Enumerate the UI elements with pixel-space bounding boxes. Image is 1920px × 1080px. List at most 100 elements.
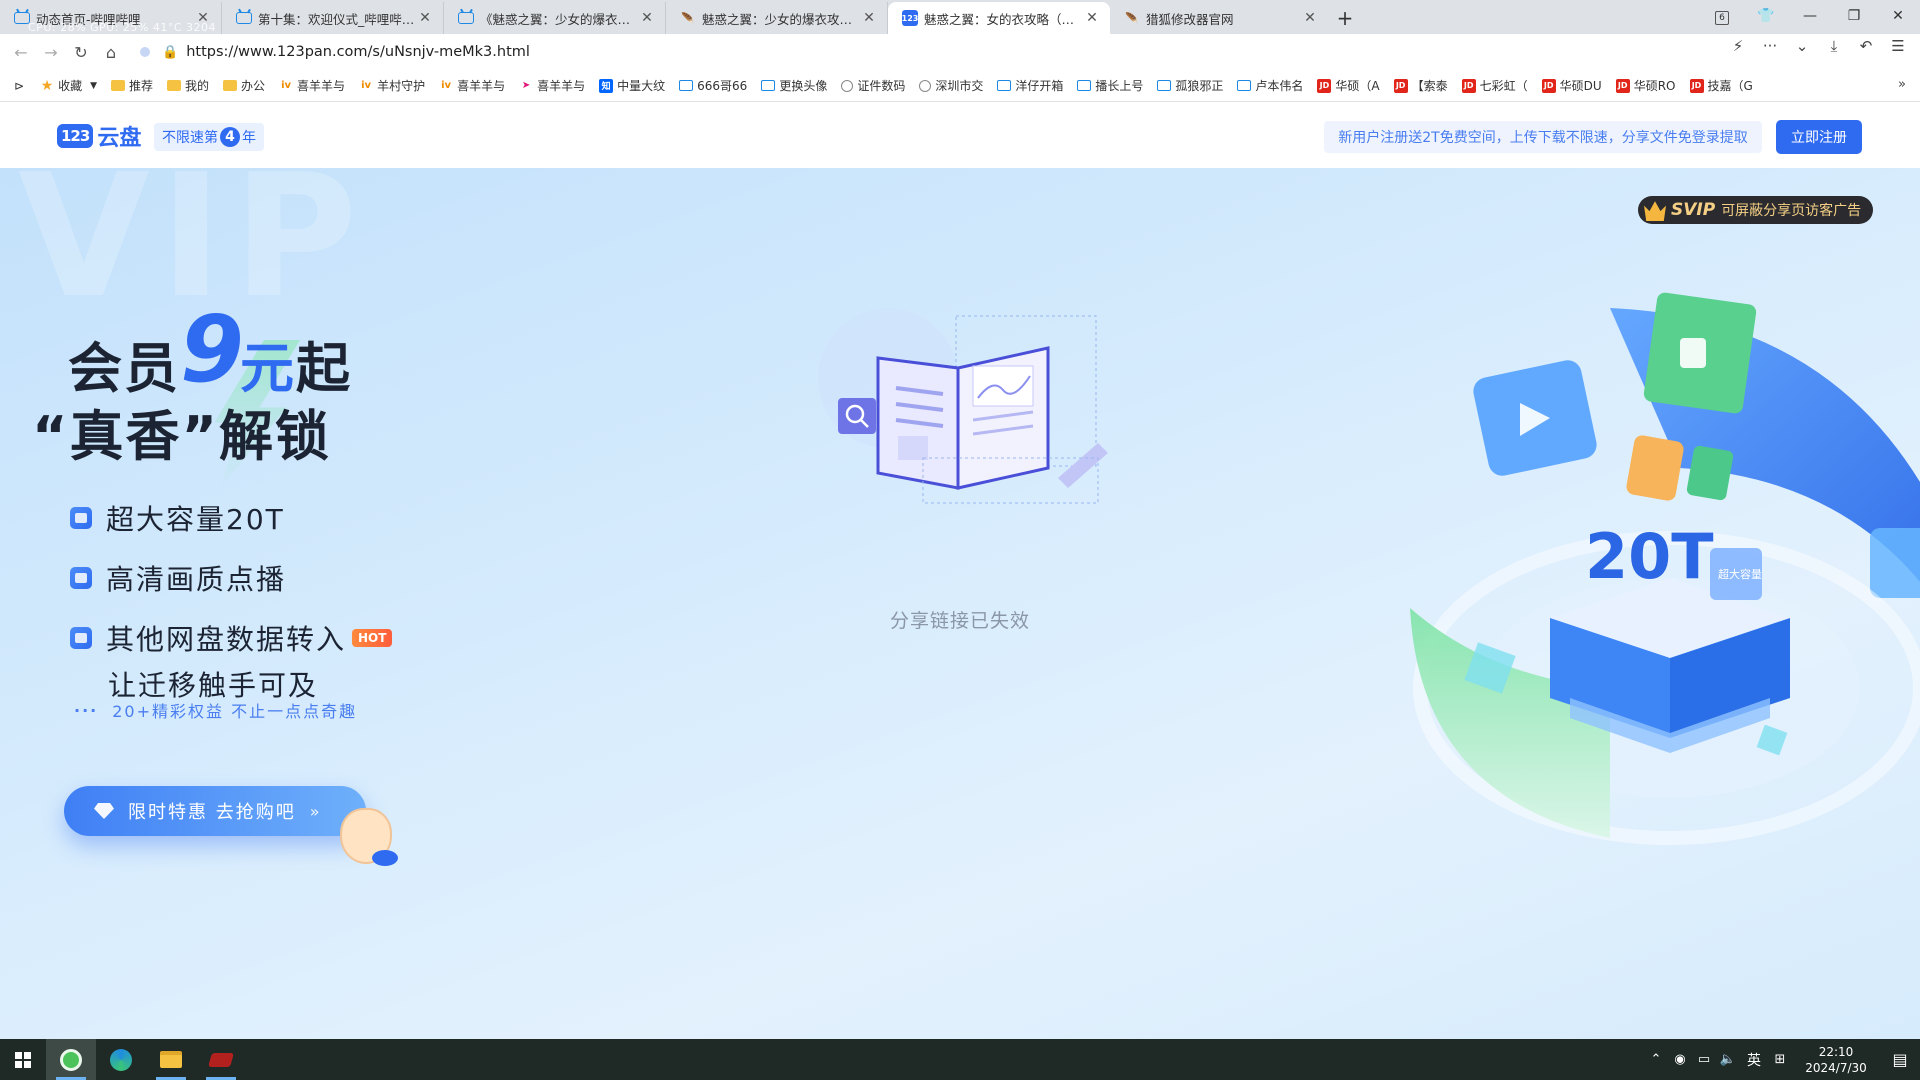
jd-icon: JD bbox=[1541, 78, 1556, 93]
close-tab-icon[interactable]: ✕ bbox=[417, 10, 433, 26]
bookmark-item[interactable]: JD 华硕DU bbox=[1541, 77, 1602, 94]
bookmark-item[interactable]: iv 喜羊羊与 bbox=[439, 77, 505, 94]
register-button[interactable]: 立即注册 bbox=[1776, 120, 1862, 154]
ime-mode-icon[interactable]: ⊞ bbox=[1768, 1052, 1792, 1067]
browser-tab-strip: 动态首页-哔哩哔哩 ✕ 第十集：欢迎仪式_哔哩哔哩_b ✕ 《魅惑之翼：少女的爆… bbox=[0, 0, 1920, 34]
forward-icon[interactable]: → bbox=[36, 37, 66, 67]
download-icon[interactable]: ⤓ bbox=[1822, 37, 1846, 55]
folder-icon bbox=[167, 80, 182, 91]
more-bookmarks-icon[interactable]: » bbox=[1898, 77, 1906, 92]
jd-icon: JD bbox=[1393, 78, 1408, 93]
back-icon[interactable]: ← bbox=[6, 37, 36, 67]
chevron-up-icon[interactable]: ⌃ bbox=[1644, 1052, 1668, 1067]
ime-indicator[interactable]: 英 bbox=[1740, 1050, 1768, 1070]
bookmark-item[interactable]: iv 羊村守护 bbox=[359, 77, 425, 94]
taskbar-app-360-browser[interactable] bbox=[46, 1039, 96, 1080]
storage-icon bbox=[70, 507, 92, 529]
bookmark-item[interactable]: 播长上号 bbox=[1077, 77, 1143, 94]
edge-icon bbox=[110, 1048, 132, 1071]
bilibili-tv-icon bbox=[679, 80, 694, 91]
bookmark-item[interactable]: JD 华硕（A bbox=[1317, 77, 1380, 94]
restore-icon[interactable]: ❐ bbox=[1832, 8, 1876, 24]
jd-icon: JD bbox=[1461, 78, 1476, 93]
illus-tag-text: 超大容量 bbox=[1718, 567, 1762, 581]
close-window-icon[interactable]: ✕ bbox=[1876, 8, 1920, 24]
bookmark-item[interactable]: 更换头像 bbox=[761, 77, 827, 94]
promo-title-line2: “真香”解锁 bbox=[32, 405, 331, 468]
browser-tab[interactable]: 🪶 魅惑之翼：少女的爆衣攻略 统 ✕ bbox=[666, 2, 888, 34]
globe-icon bbox=[841, 79, 854, 92]
clock[interactable]: 22:10 2024/7/30 bbox=[1798, 1044, 1874, 1076]
promo-notice[interactable]: 新用户注册送2T免费空间，上传下载不限速，分享文件免登录提取 bbox=[1324, 121, 1762, 153]
folder-icon bbox=[111, 80, 125, 91]
tab-count-icon[interactable]: 6 bbox=[1700, 8, 1744, 25]
chevron-down-icon[interactable]: ⌄ bbox=[1790, 37, 1814, 55]
browser-tab-active[interactable]: 123 魅惑之翼：女的衣攻略（自动 ✕ bbox=[888, 2, 1110, 34]
bookmark-item[interactable]: 深圳市交 bbox=[919, 77, 983, 94]
browser-tab[interactable]: 🪶 猎狐修改器官网 ✕ bbox=[1110, 2, 1328, 34]
bookmark-folder[interactable]: 办公 bbox=[223, 77, 265, 94]
jd-icon: JD bbox=[1317, 78, 1332, 93]
reload-icon[interactable]: ↻ bbox=[66, 37, 96, 67]
menu-icon[interactable]: ☰ bbox=[1886, 37, 1910, 55]
bookmark-item[interactable]: JD 技嘉（G bbox=[1689, 77, 1753, 94]
new-tab-button[interactable]: + bbox=[1328, 2, 1362, 34]
bookmark-item[interactable]: 孤狼邪正 bbox=[1157, 77, 1223, 94]
bilibili-tv-icon bbox=[236, 12, 252, 24]
taskbar-app-explorer[interactable] bbox=[146, 1039, 196, 1080]
address-bar[interactable]: 🔒 https://www.123pan.com/s/uNsnjv-meMk3.… bbox=[140, 38, 1700, 66]
bookmark-item[interactable]: JD 七彩虹（ bbox=[1461, 77, 1528, 94]
notification-icon[interactable]: ▤ bbox=[1880, 1050, 1920, 1069]
taskbar-app-game[interactable] bbox=[196, 1039, 246, 1080]
close-tab-icon[interactable]: ✕ bbox=[639, 10, 655, 26]
site-info-icon[interactable] bbox=[140, 47, 150, 57]
caret-down-icon[interactable]: ▼ bbox=[90, 81, 97, 91]
bookmark-folder[interactable]: 推荐 bbox=[111, 77, 153, 94]
url-text[interactable]: https://www.123pan.com/s/uNsnjv-meMk3.ht… bbox=[186, 44, 530, 60]
close-tab-icon[interactable]: ✕ bbox=[861, 10, 877, 26]
sidebar-toggle-icon[interactable]: ⊳ bbox=[14, 79, 24, 93]
iqiyi-icon: iv bbox=[361, 80, 372, 91]
minimize-icon[interactable]: — bbox=[1788, 8, 1832, 24]
taskbar-app-edge[interactable] bbox=[96, 1039, 146, 1080]
svip-badge[interactable]: SVIP 可屏蔽分享页访客广告 bbox=[1638, 196, 1874, 224]
skin-icon[interactable]: 👕 bbox=[1744, 8, 1788, 24]
site-logo[interactable]: 123 云盘 bbox=[57, 120, 141, 152]
bookmark-item[interactable]: JD 【索泰 bbox=[1393, 77, 1448, 94]
start-button[interactable] bbox=[0, 1039, 46, 1080]
bookmark-item[interactable]: 知中量大纹 bbox=[599, 77, 665, 94]
more-icon[interactable]: ··· bbox=[1758, 37, 1782, 55]
network-icon[interactable]: ▭ bbox=[1692, 1052, 1716, 1067]
logo-word: 云盘 bbox=[97, 126, 142, 151]
undo-icon[interactable]: ↶ bbox=[1854, 37, 1878, 55]
bookmark-item[interactable]: ★ 收藏 ▼ bbox=[40, 77, 97, 94]
hero-section: VIP SVIP 可屏蔽分享页访客广告 会员 元起 9 “真香”解锁 超大容量20… bbox=[0, 168, 1920, 1039]
ellipsis-icon: ··· bbox=[74, 700, 99, 720]
volume-icon[interactable]: 🔈 bbox=[1716, 1052, 1740, 1067]
browser-tab[interactable]: 《魅惑之翼：少女的爆衣攻略》 ✕ bbox=[444, 2, 666, 34]
bookmark-item[interactable]: JD 华硕RO bbox=[1615, 77, 1676, 94]
close-tab-icon[interactable]: ✕ bbox=[1302, 10, 1318, 26]
bird-icon: 🪶 bbox=[1125, 11, 1139, 25]
home-icon[interactable]: ⌂ bbox=[96, 37, 126, 67]
double-chevron-icon: » bbox=[309, 801, 322, 821]
bookmark-item[interactable]: ➤ 喜羊羊与 bbox=[519, 77, 585, 94]
bookmark-item[interactable]: 卢本伟名 bbox=[1237, 77, 1303, 94]
bookmark-item[interactable]: 证件数码 bbox=[841, 77, 905, 94]
buy-now-button[interactable]: 限时特惠 去抢购吧 » bbox=[64, 786, 366, 836]
bookmark-item[interactable]: iv 喜羊羊与 bbox=[279, 77, 345, 94]
jd-icon: JD bbox=[1615, 78, 1630, 93]
bookmark-item[interactable]: 洋仔开箱 bbox=[997, 77, 1063, 94]
bookmark-folder[interactable]: 我的 bbox=[167, 77, 209, 94]
star-icon: ★ bbox=[40, 77, 54, 94]
promo-title: 会员 元起 9 “真香”解锁 bbox=[32, 296, 392, 498]
price-nine: 9 bbox=[180, 296, 245, 403]
bookmark-item[interactable]: 666哥66 bbox=[679, 77, 747, 94]
file-explorer-icon bbox=[160, 1051, 182, 1068]
close-tab-icon[interactable]: ✕ bbox=[1084, 10, 1100, 26]
browser-tab[interactable]: 第十集：欢迎仪式_哔哩哔哩_b ✕ bbox=[222, 2, 444, 34]
system-tray: ⌃ ◉ ▭ 🔈 英 ⊞ 22:10 2024/7/30 ▤ bbox=[1644, 1039, 1920, 1080]
illus-capacity-text: 20T bbox=[1585, 520, 1714, 593]
lightning-icon[interactable]: ⚡ bbox=[1726, 37, 1750, 55]
steam-icon[interactable]: ◉ bbox=[1668, 1052, 1692, 1067]
